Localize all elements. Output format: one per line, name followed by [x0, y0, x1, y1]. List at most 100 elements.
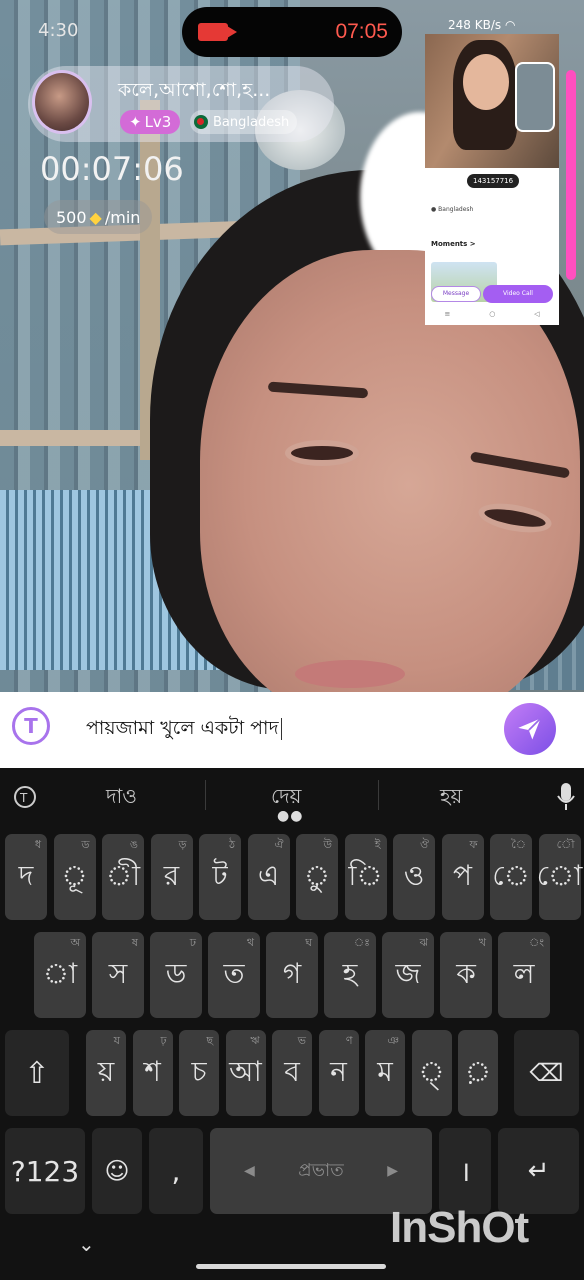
- key-hint: উ: [323, 838, 332, 851]
- key-label: ও: [403, 858, 425, 892]
- key-label: ল: [513, 956, 535, 990]
- key-row3-3[interactable]: আঋ: [225, 1030, 266, 1116]
- key-row1-7[interactable]: ি ই: [344, 834, 387, 920]
- status-time: 4:30: [38, 20, 79, 41]
- pip-face: [463, 54, 509, 110]
- key-row1-1[interactable]: ূ ড: [53, 834, 96, 920]
- key-label: জ: [395, 956, 421, 990]
- person-lips: [295, 660, 405, 688]
- key-hint: ছ: [206, 1034, 213, 1047]
- key-row2-3[interactable]: তথ: [208, 932, 260, 1018]
- caller-avatar[interactable]: [32, 70, 92, 134]
- key-label: ি: [348, 858, 383, 892]
- key-row1-4[interactable]: টঠ: [199, 834, 241, 920]
- person-eye: [285, 440, 359, 466]
- key-row2-8[interactable]: লং: [498, 932, 550, 1018]
- key-row1-2[interactable]: ী ঙ: [102, 834, 144, 920]
- key-row3-6[interactable]: মঞ: [365, 1030, 405, 1116]
- key-label: ূ: [61, 858, 88, 892]
- key-row3-0[interactable]: য় য: [86, 1030, 126, 1116]
- key-row2-2[interactable]: ডঢ: [150, 932, 202, 1018]
- key-row1-9[interactable]: পফ: [441, 834, 484, 920]
- pip-video-call-button[interactable]: Video Call: [483, 285, 553, 303]
- profile-preview-pip[interactable]: 143157716 ● Bangladesh Moments > Message…: [425, 34, 559, 325]
- shift-key[interactable]: ⇧: [5, 1030, 69, 1116]
- key-row2-1[interactable]: সষ: [92, 932, 144, 1018]
- send-button[interactable]: [504, 703, 556, 755]
- key-hint: ড: [81, 838, 90, 851]
- status-icons: 248 KB/s ◠: [448, 18, 515, 32]
- text-caret: [280, 717, 282, 740]
- key-hint: ফ: [469, 838, 478, 851]
- symbols-key[interactable]: ?123: [5, 1128, 85, 1214]
- key-row2-7[interactable]: কখ: [440, 932, 492, 1018]
- suggestion-3[interactable]: হয়: [440, 782, 462, 815]
- period-key[interactable]: ।: [439, 1128, 491, 1214]
- enter-key[interactable]: ↵: [498, 1128, 579, 1214]
- screen-recorder-pill[interactable]: 07:05: [182, 7, 402, 57]
- key-hint: ঢ: [189, 936, 196, 949]
- message-input[interactable]: পায়জামা খুলে একটা পাদ: [86, 714, 282, 746]
- key-label: ক: [456, 956, 476, 990]
- key-row2-6[interactable]: জঝ: [382, 932, 434, 1018]
- pip-menu-icon: ≡: [444, 310, 451, 318]
- key-row2-5[interactable]: হঃ: [324, 932, 376, 1018]
- pip-back-icon: ◁: [534, 310, 540, 318]
- call-duration: 00:07:06: [40, 150, 184, 188]
- key-row3-8[interactable]: ়: [458, 1030, 498, 1116]
- translate-toggle-icon[interactable]: T: [12, 784, 38, 815]
- pip-home-icon: ○: [489, 310, 496, 318]
- key-row2-4[interactable]: গঘ: [266, 932, 318, 1018]
- key-label: শ: [144, 1054, 161, 1088]
- key-row3-2[interactable]: চছ: [179, 1030, 219, 1116]
- key-hint: ঠ: [229, 838, 235, 851]
- more-suggestions-icon[interactable]: ●●: [277, 808, 303, 824]
- key-row3-4[interactable]: বভ: [272, 1030, 312, 1116]
- level-label: Lv3: [144, 113, 172, 131]
- video-camera-icon: [198, 23, 237, 41]
- key-row1-5[interactable]: এঐ: [247, 834, 290, 920]
- diamond-icon: ◆: [89, 207, 102, 227]
- key-row3-1[interactable]: শ ঢ়: [132, 1030, 173, 1116]
- key-row1-10[interactable]: েৈ: [490, 834, 532, 920]
- key-label: ়: [464, 1054, 492, 1088]
- space-label: প্রভাত: [298, 1159, 344, 1181]
- key-row1-6[interactable]: ু উ: [296, 834, 338, 920]
- emoji-key[interactable]: ☺: [92, 1128, 142, 1214]
- key-hint: ধ: [34, 838, 41, 851]
- hide-keyboard-icon[interactable]: ⌄: [78, 1232, 95, 1256]
- key-row3-5[interactable]: নণ: [318, 1030, 359, 1116]
- key-hint: খ: [478, 936, 486, 949]
- key-row1-8[interactable]: ওঔ: [393, 834, 435, 920]
- key-row1-0[interactable]: দধ: [5, 834, 47, 920]
- recording-timer: 07:05: [335, 20, 388, 43]
- shift-icon: ⇧: [24, 1055, 50, 1091]
- microphone-icon[interactable]: [556, 782, 576, 817]
- comma-key[interactable]: ,: [149, 1128, 203, 1214]
- pip-message-button[interactable]: Message: [431, 286, 481, 302]
- key-row3-7[interactable]: ্: [411, 1030, 452, 1116]
- key-hint: ঝ: [419, 936, 428, 949]
- pip-self-view: [515, 62, 555, 132]
- key-row2-0[interactable]: া অ: [34, 932, 86, 1018]
- rate-amount: 500: [56, 207, 87, 227]
- space-key[interactable]: ◀ প্রভাত ▶: [210, 1128, 432, 1214]
- emoji-icon: ☺: [104, 1157, 130, 1185]
- suggestion-1[interactable]: দাও: [106, 782, 137, 815]
- level-badge: ✦ Lv3: [120, 110, 181, 134]
- pip-moments-label[interactable]: Moments >: [431, 240, 476, 248]
- backspace-key[interactable]: ⌫: [514, 1030, 579, 1116]
- chat-input-bar: T পায়জামা খুলে একটা পাদ: [0, 692, 584, 768]
- key-row1-3[interactable]: র ড়: [150, 834, 193, 920]
- key-label: য়: [97, 1054, 115, 1088]
- home-indicator[interactable]: [196, 1264, 386, 1269]
- key-hint: য: [113, 1034, 120, 1047]
- key-hint: ৈ: [511, 838, 526, 851]
- key-hint: ং: [528, 936, 544, 949]
- country-label: Bangladesh: [213, 114, 290, 130]
- key-hint: ড়: [178, 838, 187, 851]
- send-icon: [518, 717, 542, 740]
- key-row1-11[interactable]: োৌ: [537, 834, 582, 920]
- key-label: ্: [418, 1054, 445, 1088]
- translate-icon[interactable]: T: [12, 707, 50, 745]
